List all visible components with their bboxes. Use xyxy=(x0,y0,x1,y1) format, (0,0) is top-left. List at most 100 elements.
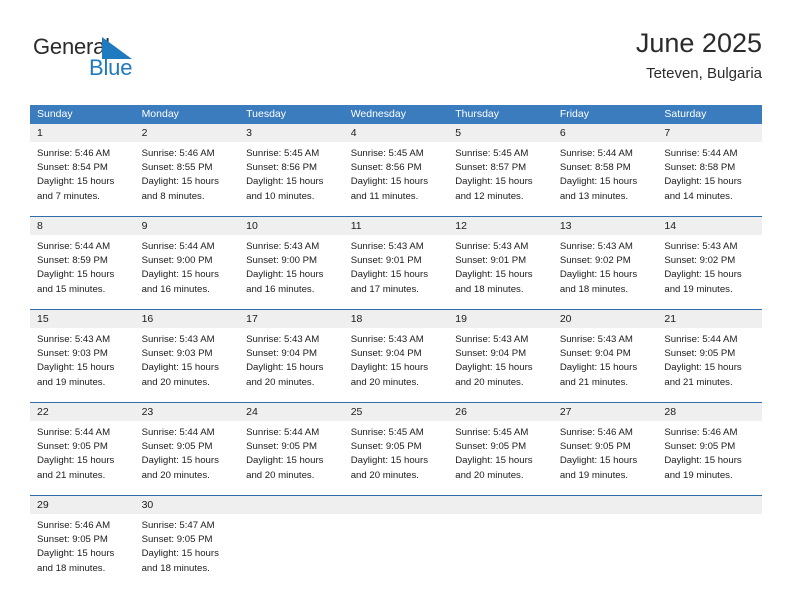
day-cell-empty xyxy=(239,495,344,588)
day-cell[interactable]: 9 Sunrise: 5:44 AM Sunset: 9:00 PM Dayli… xyxy=(134,216,240,310)
sunrise-text: Sunrise: 5:44 AM xyxy=(664,148,738,159)
day-cell[interactable]: 24 Sunrise: 5:44 AM Sunset: 9:05 PM Dayl… xyxy=(239,402,344,496)
week-row: 29 Sunrise: 5:46 AM Sunset: 9:05 PM Dayl… xyxy=(30,495,762,588)
day-cell[interactable]: 6 Sunrise: 5:44 AM Sunset: 8:58 PM Dayli… xyxy=(552,124,658,217)
sunrise-text: Sunrise: 5:46 AM xyxy=(141,148,215,159)
day-cell[interactable]: 21 Sunrise: 5:44 AM Sunset: 9:05 PM Dayl… xyxy=(657,309,762,403)
sunset-text: Sunset: 9:04 PM xyxy=(246,348,318,360)
day-details: Sunrise: 5:43 AM Sunset: 9:03 PM Dayligh… xyxy=(135,328,240,402)
daylight-text-line2: and 20 minutes. xyxy=(455,376,524,388)
daylight-text-line2: and 20 minutes. xyxy=(350,376,419,388)
day-number: 28 xyxy=(657,403,762,421)
day-cell[interactable]: 28 Sunrise: 5:46 AM Sunset: 9:05 PM Dayl… xyxy=(657,402,762,496)
sunset-text: Sunset: 9:04 PM xyxy=(455,348,527,360)
daylight-text-line1: Daylight: 15 hours xyxy=(246,455,324,467)
brand-logo[interactable]: General Blue xyxy=(30,28,290,90)
daylight-text-line1: Daylight: 15 hours xyxy=(350,455,429,467)
day-cell[interactable]: 30 Sunrise: 5:47 AM Sunset: 9:05 PM Dayl… xyxy=(134,495,240,588)
daylight-text-line2: and 19 minutes. xyxy=(37,376,106,388)
daylight-text-line1: Daylight: 15 hours xyxy=(455,269,533,281)
daylight-text-line1: Daylight: 15 hours xyxy=(664,455,742,467)
sunset-text: Sunset: 9:00 PM xyxy=(246,255,318,267)
day-cell[interactable]: 10 Sunrise: 5:43 AM Sunset: 9:00 PM Dayl… xyxy=(239,216,344,310)
day-cell[interactable]: 8 Sunrise: 5:44 AM Sunset: 8:59 PM Dayli… xyxy=(30,216,135,310)
day-cell[interactable]: 14 Sunrise: 5:43 AM Sunset: 9:02 PM Dayl… xyxy=(657,216,762,310)
day-cell[interactable]: 23 Sunrise: 5:44 AM Sunset: 9:05 PM Dayl… xyxy=(134,402,240,496)
day-cell[interactable]: 20 Sunrise: 5:43 AM Sunset: 9:04 PM Dayl… xyxy=(552,309,658,403)
weekday-header-thursday: Thursday xyxy=(448,105,553,124)
week-row: 15 Sunrise: 5:43 AM Sunset: 9:03 PM Dayl… xyxy=(30,309,762,403)
day-details: Sunrise: 5:43 AM Sunset: 9:03 PM Dayligh… xyxy=(30,328,135,402)
sunrise-text: Sunrise: 5:44 AM xyxy=(141,241,215,252)
day-cell[interactable]: 12 Sunrise: 5:43 AM Sunset: 9:01 PM Dayl… xyxy=(448,216,553,310)
day-number: 17 xyxy=(239,310,344,328)
day-number: 30 xyxy=(134,496,240,514)
sunrise-text: Sunrise: 5:45 AM xyxy=(455,427,529,438)
sunset-text: Sunset: 9:05 PM xyxy=(559,441,631,453)
daylight-text-line1: Daylight: 15 hours xyxy=(141,455,219,467)
sunrise-text: Sunrise: 5:45 AM xyxy=(350,148,424,159)
day-cell[interactable]: 25 Sunrise: 5:45 AM Sunset: 9:05 PM Dayl… xyxy=(343,402,449,496)
day-cell[interactable]: 11 Sunrise: 5:43 AM Sunset: 9:01 PM Dayl… xyxy=(343,216,449,310)
day-cell[interactable]: 29 Sunrise: 5:46 AM Sunset: 9:05 PM Dayl… xyxy=(30,495,135,588)
daylight-text-line2: and 19 minutes. xyxy=(664,283,733,295)
day-cell[interactable]: 27 Sunrise: 5:46 AM Sunset: 9:05 PM Dayl… xyxy=(552,402,658,496)
daylight-text-line2: and 20 minutes. xyxy=(141,376,210,388)
day-details xyxy=(448,514,553,588)
sunrise-text: Sunrise: 5:43 AM xyxy=(37,334,111,345)
day-cell[interactable]: 19 Sunrise: 5:43 AM Sunset: 9:04 PM Dayl… xyxy=(448,309,553,403)
day-cell[interactable]: 26 Sunrise: 5:45 AM Sunset: 9:05 PM Dayl… xyxy=(448,402,553,496)
sunset-text: Sunset: 9:02 PM xyxy=(559,255,631,267)
sunrise-text: Sunrise: 5:44 AM xyxy=(141,427,215,438)
day-cell[interactable]: 1 Sunrise: 5:46 AM Sunset: 8:54 PM Dayli… xyxy=(30,124,135,217)
day-cell[interactable]: 4 Sunrise: 5:45 AM Sunset: 8:56 PM Dayli… xyxy=(343,124,449,217)
sunrise-text: Sunrise: 5:43 AM xyxy=(246,334,320,345)
sunrise-text: Sunrise: 5:43 AM xyxy=(559,334,633,345)
daylight-text-line2: and 18 minutes. xyxy=(37,562,106,574)
day-number: 24 xyxy=(239,403,344,421)
sunrise-text: Sunrise: 5:45 AM xyxy=(246,148,320,159)
day-details: Sunrise: 5:44 AM Sunset: 8:58 PM Dayligh… xyxy=(553,142,658,216)
day-cell[interactable]: 13 Sunrise: 5:43 AM Sunset: 9:02 PM Dayl… xyxy=(552,216,658,310)
day-cell[interactable]: 15 Sunrise: 5:43 AM Sunset: 9:03 PM Dayl… xyxy=(30,309,135,403)
sunrise-text: Sunrise: 5:43 AM xyxy=(455,334,529,345)
daylight-text-line1: Daylight: 15 hours xyxy=(559,176,638,188)
weekday-header-saturday: Saturday xyxy=(657,105,762,124)
day-cell[interactable]: 5 Sunrise: 5:45 AM Sunset: 8:57 PM Dayli… xyxy=(448,124,553,217)
daylight-text-line1: Daylight: 15 hours xyxy=(350,362,429,374)
day-details: Sunrise: 5:45 AM Sunset: 9:05 PM Dayligh… xyxy=(448,421,553,495)
day-cell[interactable]: 22 Sunrise: 5:44 AM Sunset: 9:05 PM Dayl… xyxy=(30,402,135,496)
daylight-text-line1: Daylight: 15 hours xyxy=(246,269,324,281)
daylight-text-line1: Daylight: 15 hours xyxy=(37,269,115,281)
weekday-header-wednesday: Wednesday xyxy=(343,105,449,124)
sunset-text: Sunset: 9:03 PM xyxy=(141,348,213,360)
daylight-text-line2: and 20 minutes. xyxy=(350,469,419,481)
day-details: Sunrise: 5:46 AM Sunset: 9:05 PM Dayligh… xyxy=(657,421,762,495)
daylight-text-line2: and 20 minutes. xyxy=(455,469,524,481)
daylight-text-line1: Daylight: 15 hours xyxy=(37,455,115,467)
sunset-text: Sunset: 9:05 PM xyxy=(664,348,736,360)
day-cell[interactable]: 18 Sunrise: 5:43 AM Sunset: 9:04 PM Dayl… xyxy=(343,309,449,403)
day-number: 23 xyxy=(134,403,240,421)
daylight-text-line1: Daylight: 15 hours xyxy=(455,362,533,374)
daylight-text-line1: Daylight: 15 hours xyxy=(455,176,533,188)
day-details: Sunrise: 5:43 AM Sunset: 9:01 PM Dayligh… xyxy=(448,235,553,309)
calendar-grid: Sunday Monday Tuesday Wednesday Thursday… xyxy=(30,105,762,588)
day-cell[interactable]: 17 Sunrise: 5:43 AM Sunset: 9:04 PM Dayl… xyxy=(239,309,344,403)
day-cell[interactable]: 16 Sunrise: 5:43 AM Sunset: 9:03 PM Dayl… xyxy=(134,309,240,403)
day-cell[interactable]: 2 Sunrise: 5:46 AM Sunset: 8:55 PM Dayli… xyxy=(134,124,240,217)
daylight-text-line2: and 17 minutes. xyxy=(350,283,419,295)
sunrise-text: Sunrise: 5:43 AM xyxy=(455,241,529,252)
day-number: 22 xyxy=(30,403,135,421)
day-number: 12 xyxy=(448,217,553,235)
day-cell[interactable]: 7 Sunrise: 5:44 AM Sunset: 8:58 PM Dayli… xyxy=(657,124,762,217)
day-number: 7 xyxy=(657,124,762,142)
day-number: 19 xyxy=(448,310,553,328)
day-cell[interactable]: 3 Sunrise: 5:45 AM Sunset: 8:56 PM Dayli… xyxy=(239,124,344,217)
day-number: 25 xyxy=(343,403,449,421)
day-number: 20 xyxy=(552,310,658,328)
daylight-text-line2: and 18 minutes. xyxy=(141,562,210,574)
daylight-text-line1: Daylight: 15 hours xyxy=(559,455,638,467)
weekday-header-monday: Monday xyxy=(134,105,240,124)
sunrise-text: Sunrise: 5:44 AM xyxy=(559,148,633,159)
